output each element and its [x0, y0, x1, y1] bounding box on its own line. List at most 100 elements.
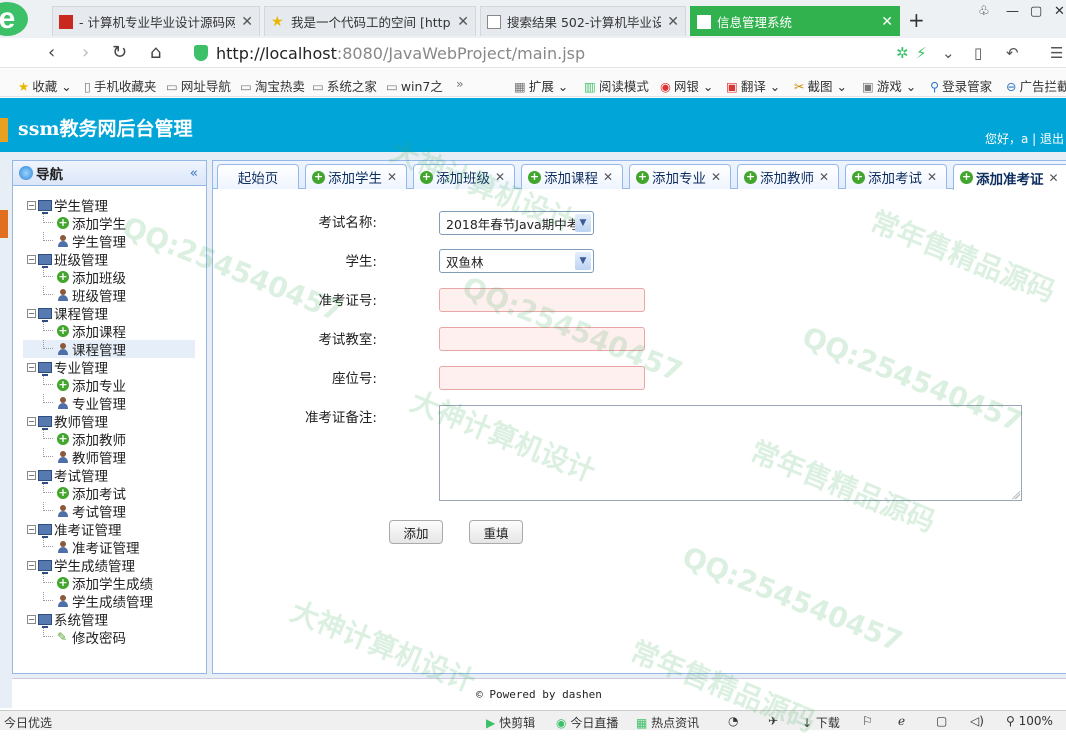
home-icon[interactable]: ⌂ — [150, 42, 161, 63]
exam-select[interactable]: 2018年春节Java期中考 ▼ — [439, 211, 594, 235]
new-tab-button[interactable]: + — [908, 8, 925, 32]
flag-icon[interactable]: ⚐ — [862, 714, 873, 728]
close-tab-icon[interactable]: ✕ — [241, 14, 253, 30]
nav-item[interactable]: + 添加学生 — [23, 214, 195, 233]
nav-item[interactable]: + 添加学生成绩 — [23, 574, 195, 593]
nav-item[interactable]: + 添加专业 — [23, 376, 195, 395]
collapse-toggle-icon[interactable]: − — [27, 308, 36, 318]
bookmark-item[interactable]: ▯ 手机收藏夹 — [84, 76, 156, 95]
close-tab-icon[interactable]: ✕ — [711, 170, 721, 184]
nav-item[interactable]: + 添加课程 — [23, 322, 195, 341]
close-tab-icon[interactable]: ✕ — [495, 170, 505, 184]
exam-room-input[interactable] — [439, 327, 645, 351]
undo-icon[interactable]: ↶ — [1006, 44, 1019, 62]
collapse-toggle-icon[interactable]: − — [27, 560, 36, 570]
nav-item[interactable]: 考试管理 — [23, 502, 195, 521]
nav-group[interactable]: − 班级管理 — [23, 250, 206, 269]
status-promo[interactable]: 今日优选 — [4, 714, 52, 731]
student-select[interactable]: 双鱼林 ▼ — [439, 249, 594, 273]
tab-add-admission-ticket[interactable]: + 添加准考证 ✕ — [953, 164, 1066, 190]
collapse-toggle-icon[interactable]: − — [27, 524, 36, 534]
minimize-icon[interactable]: — — [1006, 4, 1019, 19]
nav-item[interactable]: ✎ 修改密码 — [23, 628, 195, 647]
close-window-icon[interactable]: ✕ — [1054, 4, 1065, 19]
reset-button[interactable]: 重填 — [469, 520, 523, 544]
nav-item[interactable]: 班级管理 — [23, 286, 195, 305]
reader-icon[interactable]: ▯ — [974, 44, 982, 62]
menu-icon[interactable]: ☰ — [1050, 44, 1063, 62]
bookmark-item[interactable]: ▭ win7之 — [386, 76, 443, 95]
side-panel-icon[interactable] — [0, 118, 8, 142]
nav-item[interactable]: 课程管理 — [23, 340, 195, 359]
zoom-control[interactable]: ⚲ 100% — [1006, 714, 1053, 728]
submit-button[interactable]: 添加 — [389, 520, 443, 544]
collapse-toggle-icon[interactable]: − — [27, 200, 36, 210]
nav-group[interactable]: − 学生成绩管理 — [23, 556, 206, 575]
nav-item[interactable]: 学生管理 — [23, 232, 195, 251]
nav-group[interactable]: − 学生管理 — [23, 196, 206, 215]
tab-start-page[interactable]: 起始页 — [217, 164, 299, 189]
back-icon[interactable]: ‹ — [48, 42, 55, 63]
nav-item[interactable]: + 添加班级 — [23, 268, 195, 287]
tab-add-major[interactable]: + 添加专业 ✕ — [629, 164, 731, 189]
maximize-icon[interactable]: ▢ — [1030, 4, 1042, 19]
extensions-button[interactable]: ▦ 扩展 ⌄ — [514, 76, 568, 95]
nav-group[interactable]: − 教师管理 — [23, 412, 206, 431]
quick-clip-button[interactable]: ▶ 快剪辑 — [486, 714, 535, 731]
tab-add-student[interactable]: + 添加学生 ✕ — [305, 164, 407, 189]
tab-add-class[interactable]: + 添加班级 ✕ — [413, 164, 515, 189]
bookmark-item[interactable]: ▭ 网址导航 — [166, 76, 231, 95]
nav-item[interactable]: 学生成绩管理 — [23, 592, 195, 611]
collapse-toggle-icon[interactable]: − — [27, 416, 36, 426]
screenshot-button[interactable]: ✂ 截图 ⌄ — [794, 76, 847, 95]
lightning-icon[interactable]: ⚡ — [916, 44, 927, 62]
nav-item[interactable]: 专业管理 — [23, 394, 195, 413]
plane-icon[interactable]: ✈ — [768, 714, 778, 728]
close-tab-icon[interactable]: ✕ — [667, 14, 679, 30]
adblock-button[interactable]: ⊖ 广告拦截 — [1006, 76, 1066, 95]
browser-tab-3[interactable]: 搜索结果 502-计算机毕业设 ✕ — [480, 6, 686, 36]
close-tab-icon[interactable]: ✕ — [927, 170, 937, 184]
memo-textarea[interactable] — [439, 405, 1022, 501]
nav-group[interactable]: − 课程管理 — [23, 304, 206, 323]
collapse-toggle-icon[interactable]: − — [27, 254, 36, 264]
nav-group[interactable]: − 考试管理 — [23, 466, 206, 485]
side-panel-icon[interactable] — [0, 210, 8, 238]
reload-icon[interactable]: ↻ — [112, 42, 127, 63]
url-field[interactable]: http://localhost:8080/JavaWebProject/mai… — [190, 41, 890, 65]
bookmark-item[interactable]: ▭ 系统之家 — [312, 76, 377, 95]
nav-group[interactable]: − 专业管理 — [23, 358, 206, 377]
close-tab-icon[interactable]: ✕ — [1049, 171, 1059, 185]
close-tab-icon[interactable]: ✕ — [881, 14, 893, 30]
collapse-icon[interactable]: « — [190, 165, 198, 181]
nav-group[interactable]: − 系统管理 — [23, 610, 206, 629]
bookmark-item[interactable]: ★ 收藏 ⌄ — [18, 76, 72, 95]
skin-icon[interactable]: ♧ — [978, 4, 990, 19]
bank-button[interactable]: ◉ 网银 ⌄ — [660, 76, 713, 95]
collapse-toggle-icon[interactable]: − — [27, 614, 36, 624]
ticket-number-input[interactable] — [439, 288, 645, 312]
tab-add-course[interactable]: + 添加课程 ✕ — [521, 164, 623, 189]
ie-mode-icon[interactable]: ℯ — [898, 714, 905, 728]
browser-tab-active[interactable]: 信息管理系统 ✕ — [690, 6, 900, 36]
more-bookmarks-button[interactable]: » — [456, 76, 464, 91]
close-tab-icon[interactable]: ✕ — [603, 170, 613, 184]
tab-add-teacher[interactable]: + 添加教师 ✕ — [737, 164, 839, 189]
collapse-toggle-icon[interactable]: − — [27, 470, 36, 480]
nav-item[interactable]: + 添加考试 — [23, 484, 195, 503]
download-button[interactable]: ↓ 下载 — [802, 714, 840, 731]
user-greeting[interactable]: 您好，a | 退出 — [985, 130, 1064, 147]
bookmark-item[interactable]: ▭ 淘宝热卖 — [240, 76, 305, 95]
collapse-toggle-icon[interactable]: − — [27, 362, 36, 372]
close-tab-icon[interactable]: ✕ — [819, 170, 829, 184]
translate-button[interactable]: ▣ 翻译 ⌄ — [726, 76, 780, 95]
nav-item[interactable]: 教师管理 — [23, 448, 195, 467]
dropdown-icon[interactable]: ⌄ — [942, 44, 955, 62]
login-manager-button[interactable]: ⚲ 登录管家 — [930, 76, 992, 95]
reader-mode-button[interactable]: ▥ 阅读模式 — [584, 76, 649, 95]
tab-add-exam[interactable]: + 添加考试 ✕ — [845, 164, 947, 189]
volume-icon[interactable]: ◁) — [970, 714, 984, 728]
speed-status-icon[interactable]: ◔ — [728, 714, 738, 728]
forward-icon[interactable]: › — [82, 42, 89, 63]
live-button[interactable]: ◉ 今日直播 — [556, 714, 618, 731]
